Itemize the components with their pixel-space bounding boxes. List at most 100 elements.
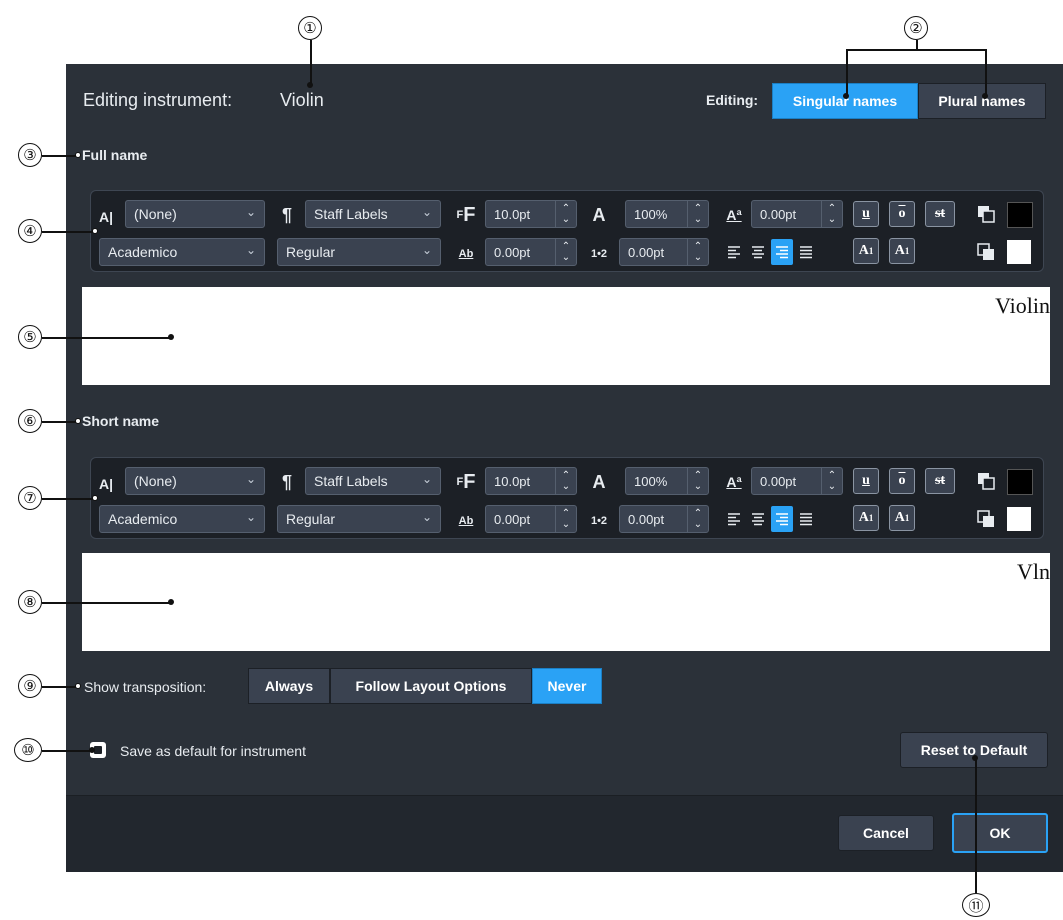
font-scale-icon: A <box>592 204 606 225</box>
font-style-dropdown[interactable]: Regular ⌄ <box>277 505 441 533</box>
character-spacing-icon: Ab <box>458 248 474 260</box>
stepper-arrows-icon[interactable]: ⌃ ⌄ <box>687 239 708 265</box>
paragraph-style-icon: ¶ <box>281 471 292 492</box>
align-left-icon[interactable] <box>723 506 745 532</box>
superscript-button[interactable]: A1 <box>853 505 879 531</box>
overline-button[interactable]: o <box>889 468 915 494</box>
superscript-button[interactable]: A1 <box>853 238 879 264</box>
singular-names-button[interactable]: Singular names <box>772 83 918 119</box>
instrument-name: Violin <box>280 90 324 110</box>
underline-button[interactable]: u <box>853 201 879 227</box>
align-center-icon[interactable] <box>747 239 769 265</box>
align-justify-icon[interactable] <box>795 506 817 532</box>
ok-button[interactable]: OK <box>952 813 1048 853</box>
callout-4-dot <box>92 228 98 234</box>
font-scale-stepper[interactable]: 100% ⌃ ⌄ <box>625 200 709 228</box>
stepper-arrows-icon[interactable]: ⌃ ⌄ <box>687 201 708 227</box>
callout-3-line <box>42 155 76 157</box>
callout-2-left-leg <box>846 49 848 95</box>
font-scale-value: 100% <box>634 206 668 222</box>
font-size-stepper[interactable]: 10.0pt ⌃ ⌄ <box>485 200 577 228</box>
subscript-label: A <box>894 243 905 258</box>
follow-layout-options-option[interactable]: Follow Layout Options <box>330 668 532 704</box>
font-scale-icon: A <box>592 471 606 492</box>
font-scale-stepper[interactable]: 100% ⌃ ⌄ <box>625 467 709 495</box>
align-right-icon[interactable] <box>771 239 793 265</box>
stepper-arrows-icon[interactable]: ⌃ ⌄ <box>821 201 842 227</box>
overline-button[interactable]: o <box>889 201 915 227</box>
stepper-arrows-icon[interactable]: ⌃ ⌄ <box>687 468 708 494</box>
callout-9: ⑨ <box>18 674 42 698</box>
align-justify-icon[interactable] <box>795 239 817 265</box>
full-name-editor[interactable]: Violin <box>82 287 1050 385</box>
stepper-arrows-icon[interactable]: ⌃ ⌄ <box>555 506 576 532</box>
text-color-swatch[interactable] <box>1007 469 1033 495</box>
underline-button[interactable]: u <box>853 468 879 494</box>
superscript-number: 1 <box>868 513 874 523</box>
plural-names-button[interactable]: Plural names <box>918 83 1046 119</box>
strikethrough-button[interactable]: st <box>925 468 955 494</box>
callout-10-line <box>42 750 92 752</box>
character-spacing-stepper[interactable]: 0.00pt ⌃ ⌄ <box>485 505 577 533</box>
word-spacing-stepper[interactable]: 0.00pt ⌃ ⌄ <box>619 238 709 266</box>
callout-2-right-dot <box>982 93 988 99</box>
save-default-label: Save as default for instrument <box>120 743 306 759</box>
never-option[interactable]: Never <box>532 668 602 704</box>
background-color-icon <box>975 241 997 263</box>
callout-7-line <box>42 498 94 500</box>
cancel-button[interactable]: Cancel <box>838 815 934 851</box>
word-spacing-icon: 1•2 <box>590 515 608 527</box>
word-spacing-stepper[interactable]: 0.00pt ⌃ ⌄ <box>619 505 709 533</box>
background-color-icon <box>975 508 997 530</box>
callout-7-dot <box>92 495 98 501</box>
chevron-down-icon: ⌄ <box>421 243 432 257</box>
callout-3-dot <box>75 152 81 158</box>
align-left-icon[interactable] <box>723 239 745 265</box>
text-color-swatch[interactable] <box>1007 202 1033 228</box>
chevron-down-icon: ⌄ <box>245 243 256 257</box>
font-value: Academico <box>108 244 178 260</box>
callout-10: ⑩ <box>14 738 42 762</box>
strikethrough-button[interactable]: st <box>925 201 955 227</box>
background-color-swatch[interactable] <box>1007 507 1031 531</box>
always-option[interactable]: Always <box>248 668 330 704</box>
align-center-icon[interactable] <box>747 506 769 532</box>
stepper-arrows-icon[interactable]: ⌃ ⌄ <box>821 468 842 494</box>
callout-1: ① <box>298 16 322 40</box>
editing-mode-label: Editing: <box>706 92 759 108</box>
short-name-text-toolbar: A| (None) ⌄ Academico ⌄ ¶ Staff Labels ⌄ Re… <box>90 457 1044 539</box>
stepper-arrows-icon[interactable]: ⌃ ⌄ <box>687 506 708 532</box>
background-color-swatch[interactable] <box>1007 240 1031 264</box>
font-style-dropdown[interactable]: Regular ⌄ <box>277 238 441 266</box>
align-right-icon[interactable] <box>771 506 793 532</box>
font-size-value: 10.0pt <box>494 473 531 489</box>
short-name-preview-text[interactable]: Vln <box>1017 559 1050 585</box>
character-spacing-stepper[interactable]: 0.00pt ⌃ ⌄ <box>485 238 577 266</box>
reset-to-default-button[interactable]: Reset to Default <box>900 732 1048 768</box>
word-spacing-value: 0.00pt <box>628 244 665 260</box>
paragraph-style-dropdown[interactable]: Staff Labels ⌄ <box>305 200 441 228</box>
callout-11-line <box>975 758 977 893</box>
callout-10-dot <box>89 747 95 753</box>
font-dropdown[interactable]: Academico ⌄ <box>99 505 265 533</box>
word-spacing-value: 0.00pt <box>628 511 665 527</box>
full-name-preview-text[interactable]: Violin <box>995 293 1050 319</box>
font-dropdown[interactable]: Academico ⌄ <box>99 238 265 266</box>
callout-6-line <box>42 421 76 423</box>
paragraph-style-dropdown[interactable]: Staff Labels ⌄ <box>305 467 441 495</box>
baseline-shift-stepper[interactable]: 0.00pt ⌃ ⌄ <box>751 467 843 495</box>
stepper-arrows-icon[interactable]: ⌃ ⌄ <box>555 239 576 265</box>
chevron-down-icon: ⌄ <box>245 510 256 524</box>
stepper-arrows-icon[interactable]: ⌃ ⌄ <box>555 201 576 227</box>
subscript-button[interactable]: A1 <box>889 238 915 264</box>
baseline-shift-stepper[interactable]: 0.00pt ⌃ ⌄ <box>751 200 843 228</box>
editing-mode-toggle: Singular names Plural names <box>772 83 1046 119</box>
character-style-dropdown[interactable]: (None) ⌄ <box>125 467 265 495</box>
callout-8: ⑧ <box>18 590 42 614</box>
subscript-button[interactable]: A1 <box>889 505 915 531</box>
short-name-editor[interactable]: Vln <box>82 553 1050 651</box>
show-transposition-label: Show transposition: <box>84 679 207 695</box>
character-style-dropdown[interactable]: (None) ⌄ <box>125 200 265 228</box>
font-size-stepper[interactable]: 10.0pt ⌃ ⌄ <box>485 467 577 495</box>
stepper-arrows-icon[interactable]: ⌃ ⌄ <box>555 468 576 494</box>
